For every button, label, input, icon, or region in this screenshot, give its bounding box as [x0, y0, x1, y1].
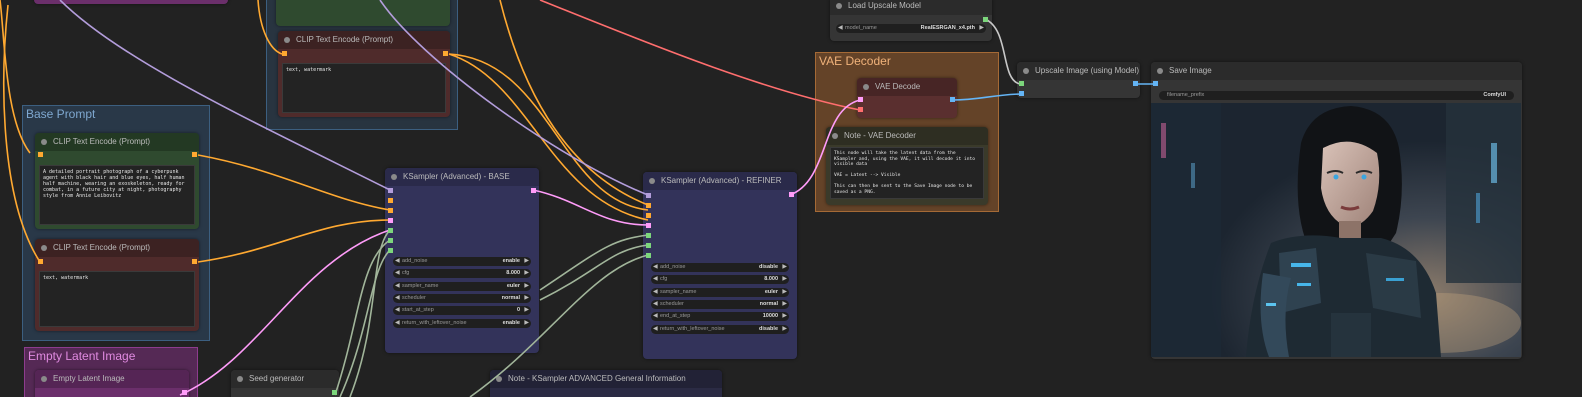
socket-input	[858, 97, 863, 102]
wire-latent	[789, 99, 861, 196]
wire-clip	[448, 53, 649, 221]
socket-input	[646, 193, 651, 198]
wire-int	[539, 244, 649, 301]
wire-int	[339, 249, 391, 397]
socket-output	[182, 390, 187, 395]
socket-output	[531, 188, 536, 193]
wire-model	[379, 0, 649, 196]
socket-output	[789, 192, 794, 197]
node-graph-canvas[interactable]: Base Prompt Empty Latent Image VAE Decod…	[0, 0, 1582, 397]
socket-output	[443, 51, 448, 56]
socket-input	[1019, 81, 1024, 86]
wire-clip	[499, 0, 649, 206]
wire-int	[539, 234, 649, 291]
socket-output	[192, 152, 197, 157]
socket-output	[38, 259, 43, 264]
socket-input	[388, 198, 393, 203]
socket-output	[38, 152, 43, 157]
socket-output	[332, 390, 337, 395]
socket-output	[950, 97, 955, 102]
connection-wires	[0, 0, 1158, 397]
socket-input	[388, 188, 393, 193]
socket-input	[388, 238, 393, 243]
socket-output	[192, 259, 197, 264]
socket-output	[1133, 81, 1138, 86]
wire-clip	[3, 4, 41, 263]
socket-output	[282, 51, 287, 56]
socket-input	[388, 218, 393, 223]
wire-latent	[532, 189, 649, 226]
wire-clip	[197, 154, 391, 211]
socket-input	[858, 107, 863, 112]
socket-input	[646, 203, 651, 208]
socket-input	[646, 243, 651, 248]
socket-input	[388, 208, 393, 213]
wire-clip	[448, 53, 649, 211]
wire-vae	[539, 0, 861, 111]
socket-input	[388, 228, 393, 233]
socket-input	[646, 253, 651, 258]
socket-input	[646, 223, 651, 228]
socket-input	[388, 248, 393, 253]
wire-upscale	[984, 18, 1021, 85]
socket-output	[983, 17, 988, 22]
wire-clip	[257, 0, 283, 55]
socket-input	[646, 213, 651, 218]
wire-image	[951, 93, 1021, 101]
wire-clip	[197, 219, 391, 263]
socket-input	[1153, 81, 1158, 86]
socket-input	[646, 233, 651, 238]
socket-input	[1019, 91, 1024, 96]
